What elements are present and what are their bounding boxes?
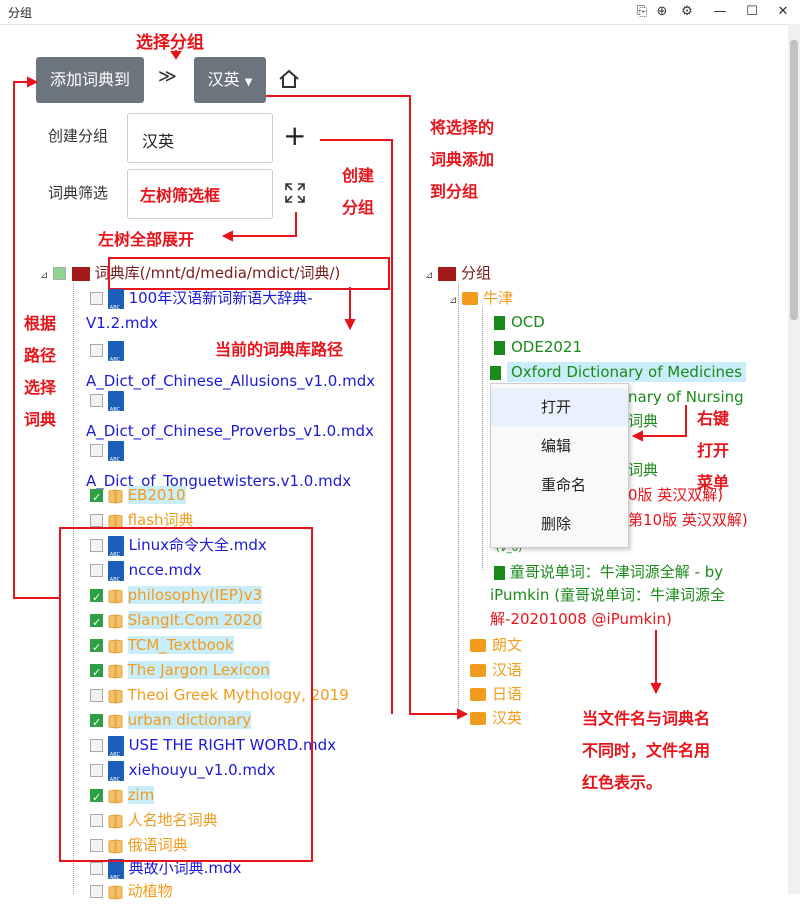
annotation-arrows: [13, 50, 687, 720]
